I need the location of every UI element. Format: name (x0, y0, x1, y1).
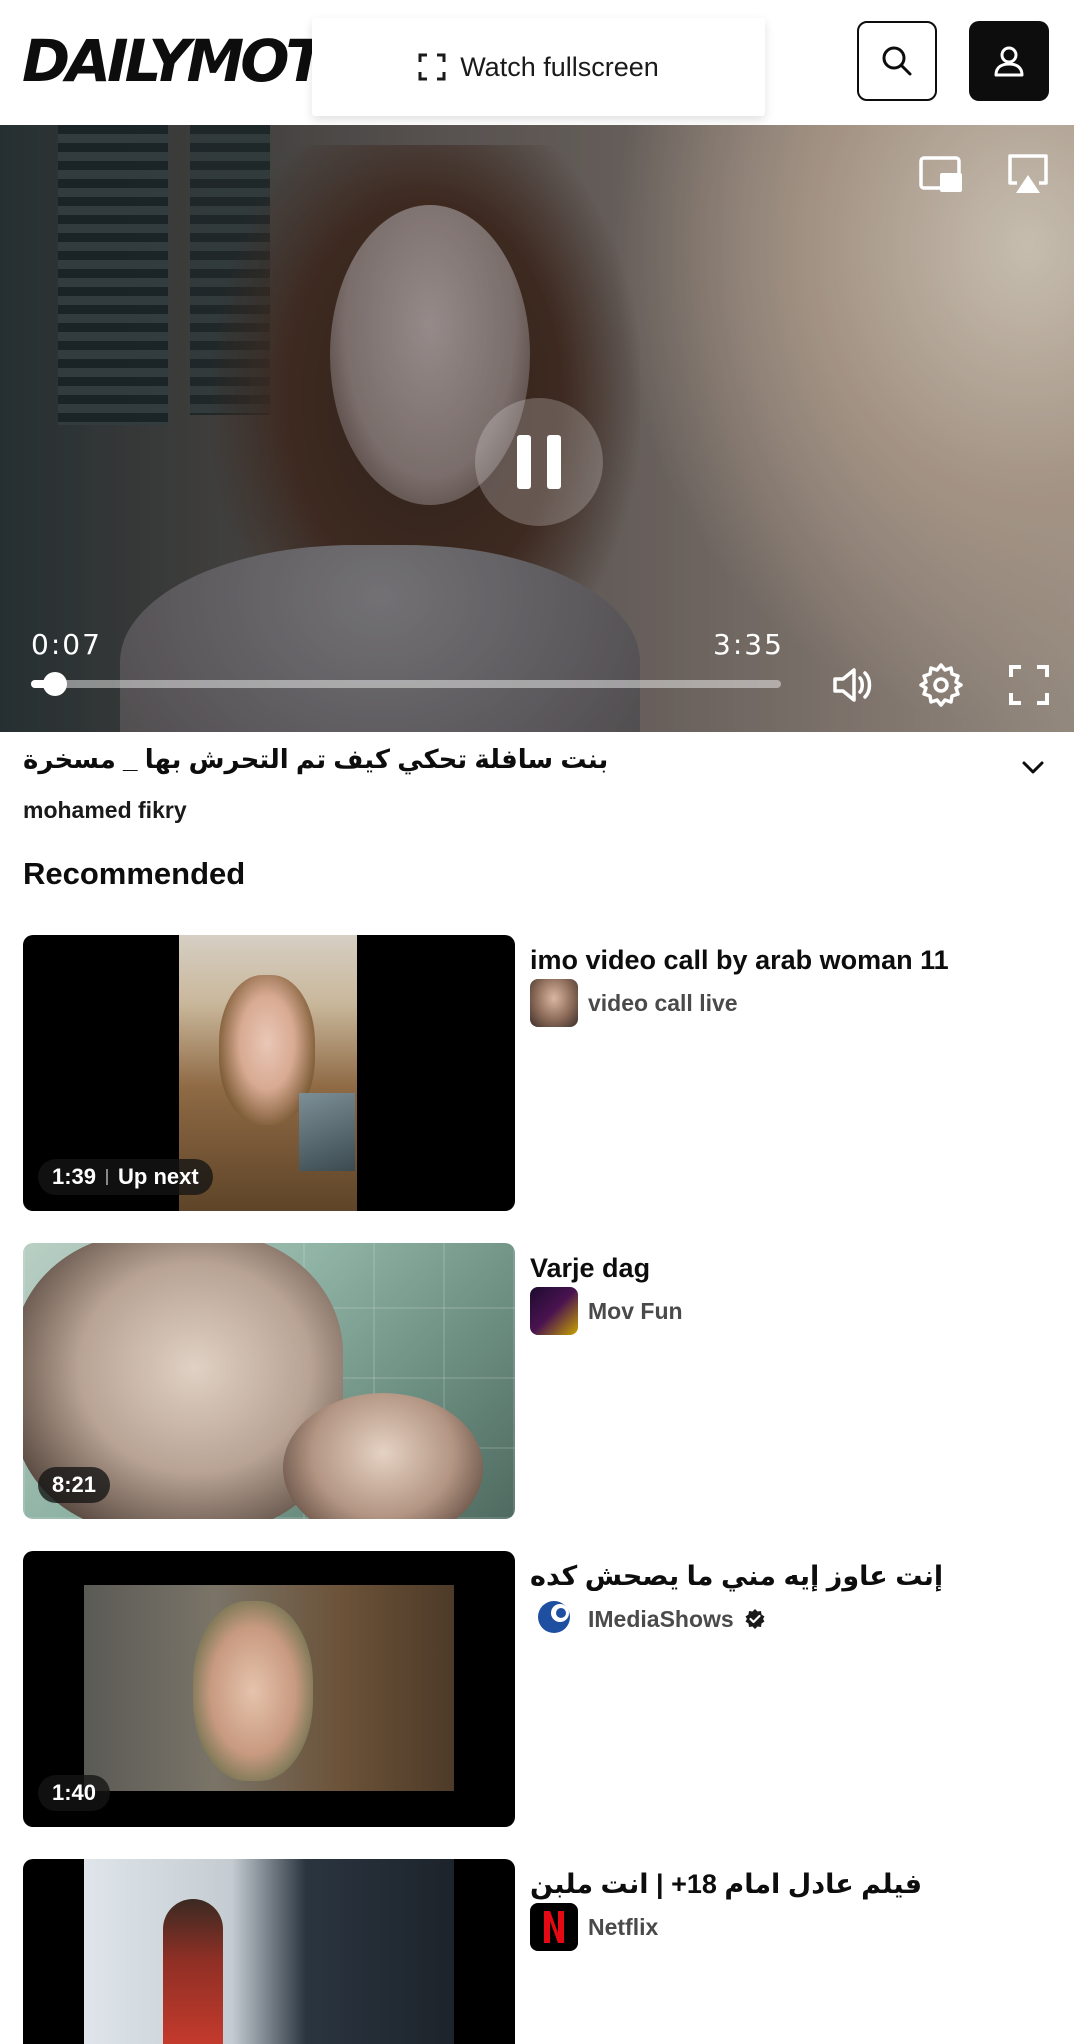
recommended-item[interactable]: 1:40 إنت عاوز إيه مني ما يصحش كده IMedia… (23, 1551, 1053, 1829)
thumbnail-image (193, 1601, 313, 1781)
channel-avatar (530, 1287, 578, 1335)
imediashows-logo-icon (538, 1601, 570, 1633)
search-icon (882, 46, 912, 76)
recommended-video-title[interactable]: imo video call by arab woman 11 (530, 945, 1050, 976)
recommended-heading: Recommended (23, 856, 246, 891)
channel-avatar (530, 979, 578, 1027)
channel-avatar (530, 1903, 578, 1951)
chevron-down-icon[interactable] (1018, 752, 1048, 782)
recommended-item[interactable]: فيلم عادل امام 18+ | انت ملبن Netflix (23, 1859, 1053, 2044)
top-header: DAILYMOTION Watch fullscreen (0, 0, 1074, 125)
verified-badge-icon (745, 1609, 765, 1629)
recommended-item[interactable]: 1:39 Up next imo video call by arab woma… (23, 935, 1053, 1213)
channel-name: video call live (588, 989, 738, 1016)
pause-icon (517, 435, 531, 489)
video-thumbnail[interactable]: 8:21 (23, 1243, 515, 1519)
video-thumbnail[interactable] (23, 1859, 515, 2044)
up-next-label: Up next (118, 1164, 199, 1189)
settings-gear-icon[interactable] (917, 661, 965, 709)
airplay-icon[interactable] (1005, 153, 1051, 195)
watch-fullscreen-label: Watch fullscreen (460, 51, 659, 82)
recommended-channel[interactable]: Mov Fun (530, 1287, 683, 1335)
netflix-logo-icon (544, 1911, 564, 1943)
channel-name: Netflix (588, 1913, 659, 1940)
video-title: بنت سافلة تحكي كيف تم التحرش بها _ مسخرة (23, 744, 609, 774)
duration-label: 1:39 (52, 1164, 97, 1189)
fullscreen-icon (418, 53, 446, 81)
duration-label: 1:40 (52, 1780, 97, 1805)
search-button[interactable] (857, 21, 937, 101)
dailymotion-logo[interactable]: DAILYMOTION (22, 28, 312, 94)
channel-avatar (530, 1595, 578, 1643)
recommended-channel[interactable]: video call live (530, 979, 738, 1027)
seek-bar[interactable] (31, 672, 781, 696)
watch-fullscreen-button[interactable]: Watch fullscreen (312, 18, 765, 116)
badge-separator (106, 1169, 109, 1185)
pause-button[interactable] (475, 398, 603, 526)
video-thumbnail[interactable]: 1:40 (23, 1551, 515, 1827)
thumbnail-image (163, 1899, 223, 2044)
current-time: 0:07 (31, 628, 102, 661)
account-button[interactable] (969, 21, 1049, 101)
video-thumbnail[interactable]: 1:39 Up next (23, 935, 515, 1211)
recommended-item[interactable]: 8:21 Varje dag Mov Fun (23, 1243, 1053, 1521)
recommended-channel[interactable]: IMediaShows (530, 1595, 766, 1643)
video-player[interactable]: 0:07 3:35 (0, 125, 1074, 732)
volume-icon[interactable] (829, 661, 877, 709)
duration-label: 8:21 (52, 1472, 97, 1497)
recommended-video-title[interactable]: إنت عاوز إيه مني ما يصحش كده (530, 1561, 1050, 1592)
channel-name: IMediaShows (588, 1605, 734, 1632)
pause-icon (547, 435, 561, 489)
picture-in-picture-icon[interactable] (918, 155, 964, 195)
duration-badge: 1:39 Up next (38, 1159, 213, 1195)
video-channel-name[interactable]: mohamed fikry (23, 797, 187, 824)
duration-badge: 1:40 (38, 1775, 111, 1811)
thumbnail-image (299, 1093, 355, 1171)
user-icon (994, 46, 1024, 77)
thumbnail-image (84, 1859, 454, 2044)
recommended-channel[interactable]: Netflix (530, 1903, 658, 1951)
duration-badge: 8:21 (38, 1467, 111, 1503)
recommended-video-title[interactable]: فيلم عادل امام 18+ | انت ملبن (530, 1869, 1050, 1900)
channel-name: Mov Fun (588, 1297, 683, 1324)
fullscreen-icon[interactable] (1005, 661, 1053, 709)
recommended-video-title[interactable]: Varje dag (530, 1253, 1050, 1284)
video-duration: 3:35 (713, 628, 784, 661)
